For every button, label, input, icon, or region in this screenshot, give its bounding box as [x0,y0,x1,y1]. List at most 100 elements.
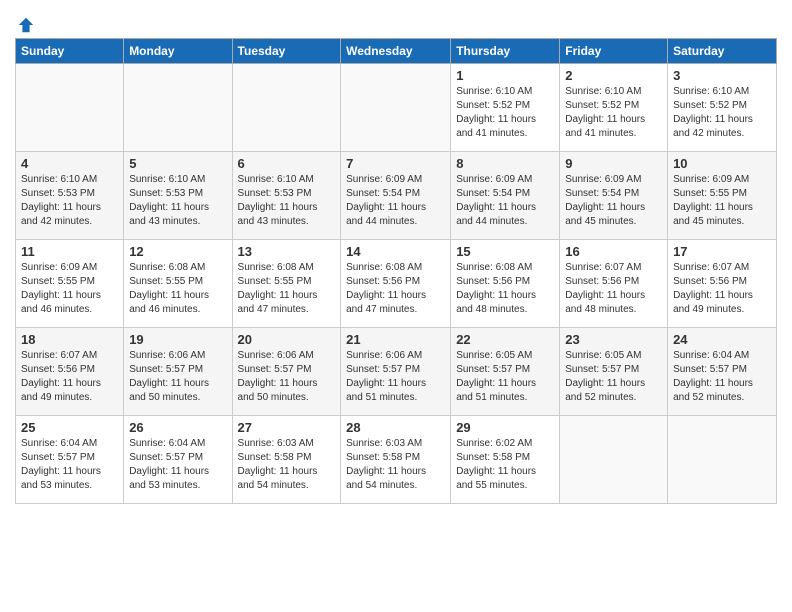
day-cell [232,64,341,152]
page-header [15,10,777,34]
day-cell: 9 Sunrise: 6:09 AM Sunset: 5:54 PM Daylig… [560,152,668,240]
day-number: 17 [673,244,771,259]
day-number: 21 [346,332,445,347]
day-info: Sunrise: 6:09 AM Sunset: 5:54 PM Dayligh… [456,173,554,229]
header-cell-sunday: Sunday [16,39,124,64]
day-cell: 18Sunrise: 6:07 AM Sunset: 5:56 PM Dayli… [16,328,124,416]
day-number: 6 [238,156,336,171]
day-number: 26 [129,420,226,435]
calendar-header: SundayMondayTuesdayWednesdayThursdayFrid… [16,39,777,64]
day-number: 23 [565,332,662,347]
day-number: 25 [21,420,118,435]
day-number: 22 [456,332,554,347]
day-info: Sunrise: 6:08 AM Sunset: 5:55 PM Dayligh… [129,261,226,317]
day-info: Sunrise: 6:05 AM Sunset: 5:57 PM Dayligh… [456,349,554,405]
day-info: Sunrise: 6:03 AM Sunset: 5:58 PM Dayligh… [346,437,445,493]
header-cell-tuesday: Tuesday [232,39,341,64]
day-cell: 6 Sunrise: 6:10 AM Sunset: 5:53 PM Daylig… [232,152,341,240]
day-info: Sunrise: 6:06 AM Sunset: 5:57 PM Dayligh… [238,349,336,405]
day-number: 1 [456,68,554,83]
day-cell [668,416,777,504]
week-row-2: 11Sunrise: 6:09 AM Sunset: 5:55 PM Dayli… [16,240,777,328]
day-info: Sunrise: 6:05 AM Sunset: 5:57 PM Dayligh… [565,349,662,405]
day-cell: 29 Sunrise: 6:02 AM Sunset: 5:58 PM Dayli… [451,416,560,504]
day-number: 27 [238,420,336,435]
week-row-1: 4 Sunrise: 6:10 AM Sunset: 5:53 PM Daylig… [16,152,777,240]
day-cell [124,64,232,152]
day-cell: 23 Sunrise: 6:05 AM Sunset: 5:57 PM Dayli… [560,328,668,416]
header-cell-monday: Monday [124,39,232,64]
day-number: 24 [673,332,771,347]
day-cell: 2 Sunrise: 6:10 AM Sunset: 5:52 PM Daylig… [560,64,668,152]
day-info: Sunrise: 6:04 AM Sunset: 5:57 PM Dayligh… [21,437,118,493]
day-cell: 21 Sunrise: 6:06 AM Sunset: 5:57 PM Dayli… [341,328,451,416]
day-info: Sunrise: 6:10 AM Sunset: 5:53 PM Dayligh… [21,173,118,229]
day-cell: 19 Sunrise: 6:06 AM Sunset: 5:57 PM Dayli… [124,328,232,416]
header-cell-friday: Friday [560,39,668,64]
day-info: Sunrise: 6:02 AM Sunset: 5:58 PM Dayligh… [456,437,554,493]
day-number: 20 [238,332,336,347]
header-row: SundayMondayTuesdayWednesdayThursdayFrid… [16,39,777,64]
header-cell-saturday: Saturday [668,39,777,64]
day-cell: 20 Sunrise: 6:06 AM Sunset: 5:57 PM Dayli… [232,328,341,416]
day-number: 14 [346,244,445,259]
day-info: Sunrise: 6:07 AM Sunset: 5:56 PM Dayligh… [21,349,118,405]
day-cell: 16 Sunrise: 6:07 AM Sunset: 5:56 PM Dayli… [560,240,668,328]
day-number: 28 [346,420,445,435]
day-number: 29 [456,420,554,435]
day-info: Sunrise: 6:08 AM Sunset: 5:56 PM Dayligh… [456,261,554,317]
day-number: 3 [673,68,771,83]
day-number: 10 [673,156,771,171]
week-row-3: 18Sunrise: 6:07 AM Sunset: 5:56 PM Dayli… [16,328,777,416]
day-cell [560,416,668,504]
day-cell [16,64,124,152]
day-cell: 13 Sunrise: 6:08 AM Sunset: 5:55 PM Dayli… [232,240,341,328]
calendar-body: 1 Sunrise: 6:10 AM Sunset: 5:52 PM Daylig… [16,64,777,504]
day-number: 15 [456,244,554,259]
day-cell: 17Sunrise: 6:07 AM Sunset: 5:56 PM Dayli… [668,240,777,328]
day-number: 12 [129,244,226,259]
calendar-table: SundayMondayTuesdayWednesdayThursdayFrid… [15,38,777,504]
day-number: 11 [21,244,118,259]
day-cell: 8Sunrise: 6:09 AM Sunset: 5:54 PM Daylig… [451,152,560,240]
day-number: 7 [346,156,445,171]
day-info: Sunrise: 6:10 AM Sunset: 5:53 PM Dayligh… [129,173,226,229]
day-cell: 28 Sunrise: 6:03 AM Sunset: 5:58 PM Dayli… [341,416,451,504]
day-number: 2 [565,68,662,83]
day-cell: 11Sunrise: 6:09 AM Sunset: 5:55 PM Dayli… [16,240,124,328]
day-cell: 26Sunrise: 6:04 AM Sunset: 5:57 PM Dayli… [124,416,232,504]
day-cell: 10Sunrise: 6:09 AM Sunset: 5:55 PM Dayli… [668,152,777,240]
day-info: Sunrise: 6:03 AM Sunset: 5:58 PM Dayligh… [238,437,336,493]
day-info: Sunrise: 6:10 AM Sunset: 5:52 PM Dayligh… [456,85,554,141]
day-number: 4 [21,156,118,171]
header-cell-thursday: Thursday [451,39,560,64]
day-cell: 7 Sunrise: 6:09 AM Sunset: 5:54 PM Daylig… [341,152,451,240]
day-cell: 4 Sunrise: 6:10 AM Sunset: 5:53 PM Daylig… [16,152,124,240]
day-info: Sunrise: 6:07 AM Sunset: 5:56 PM Dayligh… [565,261,662,317]
day-info: Sunrise: 6:09 AM Sunset: 5:54 PM Dayligh… [565,173,662,229]
day-cell: 27 Sunrise: 6:03 AM Sunset: 5:58 PM Dayli… [232,416,341,504]
day-info: Sunrise: 6:08 AM Sunset: 5:55 PM Dayligh… [238,261,336,317]
day-cell: 14Sunrise: 6:08 AM Sunset: 5:56 PM Dayli… [341,240,451,328]
day-cell: 1 Sunrise: 6:10 AM Sunset: 5:52 PM Daylig… [451,64,560,152]
day-number: 19 [129,332,226,347]
day-number: 13 [238,244,336,259]
day-info: Sunrise: 6:04 AM Sunset: 5:57 PM Dayligh… [673,349,771,405]
day-info: Sunrise: 6:09 AM Sunset: 5:54 PM Dayligh… [346,173,445,229]
day-cell: 24 Sunrise: 6:04 AM Sunset: 5:57 PM Dayli… [668,328,777,416]
day-cell: 15 Sunrise: 6:08 AM Sunset: 5:56 PM Dayli… [451,240,560,328]
day-info: Sunrise: 6:10 AM Sunset: 5:52 PM Dayligh… [565,85,662,141]
day-info: Sunrise: 6:06 AM Sunset: 5:57 PM Dayligh… [346,349,445,405]
day-cell: 5Sunrise: 6:10 AM Sunset: 5:53 PM Daylig… [124,152,232,240]
day-number: 9 [565,156,662,171]
day-cell: 12 Sunrise: 6:08 AM Sunset: 5:55 PM Dayli… [124,240,232,328]
day-cell: 22 Sunrise: 6:05 AM Sunset: 5:57 PM Dayli… [451,328,560,416]
logo [15,16,35,34]
day-info: Sunrise: 6:06 AM Sunset: 5:57 PM Dayligh… [129,349,226,405]
day-info: Sunrise: 6:10 AM Sunset: 5:52 PM Dayligh… [673,85,771,141]
logo-icon [17,16,35,34]
day-number: 16 [565,244,662,259]
day-cell: 25 Sunrise: 6:04 AM Sunset: 5:57 PM Dayli… [16,416,124,504]
week-row-0: 1 Sunrise: 6:10 AM Sunset: 5:52 PM Daylig… [16,64,777,152]
day-info: Sunrise: 6:10 AM Sunset: 5:53 PM Dayligh… [238,173,336,229]
